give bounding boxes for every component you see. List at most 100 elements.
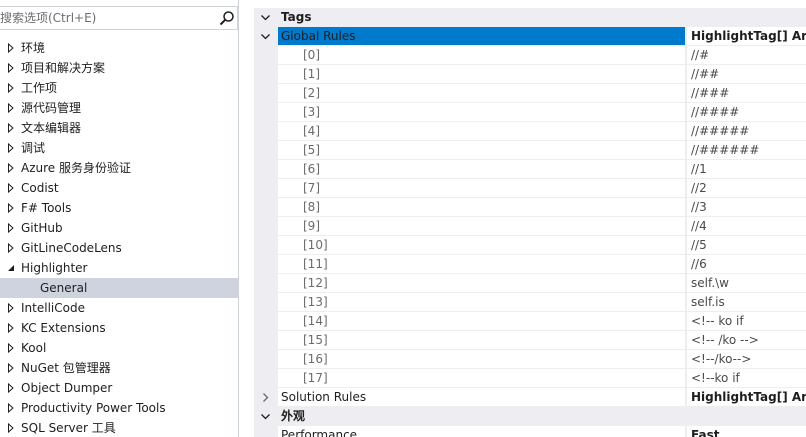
tree-item[interactable]: GitHub [0,218,238,238]
collapsed-triangle-icon[interactable] [6,143,16,153]
collapsed-triangle-icon[interactable] [6,203,16,213]
array-value[interactable]: <!-- /ko --> [687,331,806,350]
tree-item[interactable]: Kool [0,338,238,358]
tree-item[interactable]: 调试 [0,138,238,158]
collapsed-triangle-icon[interactable] [6,423,16,433]
collapsed-triangle-icon[interactable] [6,183,16,193]
tree-item-label: 环境 [21,41,46,55]
array-value[interactable]: <!-- ko if [687,312,806,331]
row-gutter [254,312,278,331]
collapsed-triangle-icon[interactable] [6,403,16,413]
collapsed-triangle-icon[interactable] [6,323,16,333]
array-item-row[interactable]: [16] <!--/ko--> [254,350,806,369]
array-item-row[interactable]: [7]//2 [254,179,806,198]
collapse-icon[interactable] [260,411,271,422]
collapsed-triangle-icon[interactable] [6,383,16,393]
tree-item[interactable]: 源代码管理 [0,98,238,118]
tree-item[interactable]: Azure 服务身份验证 [0,158,238,178]
category-tags-row[interactable]: Tags [254,8,806,27]
collapsed-triangle-icon[interactable] [6,83,16,93]
array-value[interactable]: //4 [687,217,806,236]
array-item-row[interactable]: [13] self.is [254,293,806,312]
array-value[interactable]: //5 [687,236,806,255]
expanded-triangle-icon[interactable] [6,263,16,273]
array-item-row[interactable]: [0]//# [254,46,806,65]
collapsed-triangle-icon[interactable] [6,43,16,53]
tree-item-label: IntelliCode [21,301,85,315]
array-value[interactable]: //6 [687,255,806,274]
global-rules-row[interactable]: Global Rules HighlightTag[] Array [254,27,806,46]
array-value[interactable]: //# [687,46,806,65]
tree-item[interactable]: 项目和解决方案 [0,58,238,78]
tree-item[interactable]: GitLineCodeLens [0,238,238,258]
tree-item[interactable]: IntelliCode [0,298,238,318]
array-value[interactable]: <!--ko if [687,369,806,388]
collapse-icon[interactable] [260,31,271,42]
collapsed-triangle-icon[interactable] [6,63,16,73]
array-index: [13] [278,293,685,312]
tree-item[interactable]: 工作项 [0,78,238,98]
array-item-row[interactable]: [5]//###### [254,141,806,160]
array-item-row[interactable]: [9]//4 [254,217,806,236]
array-index: [14] [278,312,685,331]
collapsed-triangle-icon[interactable] [6,223,16,233]
collapsed-triangle-icon[interactable] [6,343,16,353]
tree-item[interactable]: Object Dumper [0,378,238,398]
array-item-row[interactable]: [10]//5 [254,236,806,255]
tree-item[interactable]: General [0,278,238,298]
array-value[interactable]: //## [687,65,806,84]
property-value[interactable]: HighlightTag[] Array [687,27,806,46]
array-item-row[interactable]: [4]//##### [254,122,806,141]
array-value[interactable]: //##### [687,122,806,141]
array-value[interactable]: self.is [687,293,806,312]
property-value[interactable]: Fast [687,426,806,437]
tree-item[interactable]: Highlighter [0,258,238,278]
collapsed-triangle-icon[interactable] [6,303,16,313]
array-value[interactable]: //### [687,84,806,103]
array-value[interactable]: //###### [687,141,806,160]
array-index: [2] [278,84,685,103]
array-index: [15] [278,331,685,350]
array-index: [11] [278,255,685,274]
array-item-row[interactable]: [8]//3 [254,198,806,217]
tree-item-label: 项目和解决方案 [21,61,106,75]
collapsed-triangle-icon[interactable] [6,103,16,113]
collapsed-triangle-icon[interactable] [6,243,16,253]
performance-row[interactable]: Performance Fast [254,426,806,437]
array-item-row[interactable]: [12] self.\w [254,274,806,293]
category-appearance-row[interactable]: 外观 [254,407,806,426]
tree-item[interactable]: F# Tools [0,198,238,218]
collapse-icon[interactable] [260,12,271,23]
search-input[interactable] [0,9,210,27]
tree-item[interactable]: 环境 [0,38,238,58]
search-icon[interactable] [219,10,235,26]
array-item-row[interactable]: [11]//6 [254,255,806,274]
array-value[interactable]: //1 [687,160,806,179]
array-value[interactable]: //3 [687,198,806,217]
array-value[interactable]: //2 [687,179,806,198]
array-item-row[interactable]: [14] <!-- ko if [254,312,806,331]
array-item-row[interactable]: [2]//### [254,84,806,103]
array-value[interactable]: self.\w [687,274,806,293]
collapsed-triangle-icon[interactable] [6,363,16,373]
solution-rules-row[interactable]: Solution Rules HighlightTag[] Array [254,388,806,407]
search-box[interactable] [0,6,238,30]
array-item-row[interactable]: [1]//## [254,65,806,84]
tree-item[interactable]: NuGet 包管理器 [0,358,238,378]
tree-item[interactable]: Codist [0,178,238,198]
tree-item[interactable]: 文本编辑器 [0,118,238,138]
collapsed-triangle-icon[interactable] [6,163,16,173]
array-item-row[interactable]: [17] <!--ko if [254,369,806,388]
array-item-row[interactable]: [15] <!-- /ko --> [254,331,806,350]
tree-item[interactable]: KC Extensions [0,318,238,338]
array-value[interactable]: //#### [687,103,806,122]
collapsed-triangle-icon[interactable] [6,123,16,133]
array-item-row[interactable]: [3]//#### [254,103,806,122]
array-item-row[interactable]: [6]//1 [254,160,806,179]
tree-item[interactable]: Productivity Power Tools [0,398,238,418]
property-value[interactable]: HighlightTag[] Array [687,388,806,407]
tree-item-label: 源代码管理 [21,101,82,115]
tree-item[interactable]: SQL Server 工具 [0,418,238,437]
expand-icon[interactable] [260,392,271,403]
array-value[interactable]: <!--/ko--> [687,350,806,369]
